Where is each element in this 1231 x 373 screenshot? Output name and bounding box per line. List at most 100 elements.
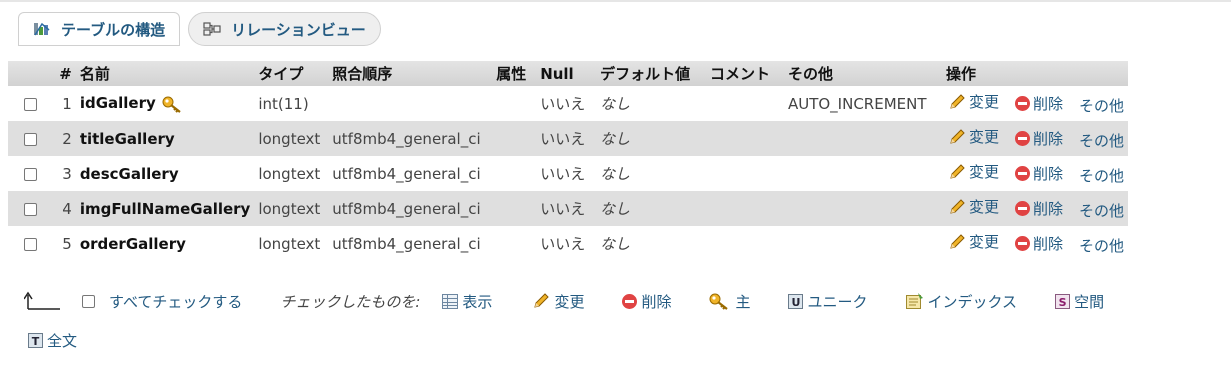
header-actions: 操作 bbox=[941, 61, 1128, 86]
header-attributes: 属性 bbox=[492, 61, 537, 86]
column-comment bbox=[706, 226, 784, 261]
column-name-cell: titleGallery bbox=[75, 121, 255, 156]
bulk-fulltext-button[interactable]: T 全文 bbox=[28, 330, 77, 351]
drop-button[interactable]: 削除 bbox=[1014, 233, 1063, 254]
primary-key-icon bbox=[162, 95, 184, 113]
tab-table-structure[interactable]: テーブルの構造 bbox=[18, 12, 181, 46]
column-null: いいえ bbox=[536, 191, 597, 226]
row-checkbox[interactable] bbox=[24, 237, 38, 251]
check-all-checkbox[interactable] bbox=[82, 294, 95, 308]
drop-button[interactable]: 削除 bbox=[1014, 163, 1063, 184]
column-extra: AUTO_INCREMENT bbox=[787, 94, 927, 113]
row-number: 1 bbox=[62, 94, 72, 113]
change-button[interactable]: 変更 bbox=[948, 231, 999, 252]
change-button[interactable]: 変更 bbox=[948, 161, 999, 182]
row-checkbox[interactable] bbox=[24, 167, 38, 181]
relation-view-icon bbox=[203, 21, 221, 37]
column-type: longtext bbox=[254, 191, 329, 226]
change-button[interactable]: 変更 bbox=[948, 126, 999, 147]
drop-button[interactable]: 削除 bbox=[1014, 198, 1063, 219]
table-row: 4 imgFullNameGallery longtext utf8mb4_gener… bbox=[8, 191, 1128, 226]
header-row: # 名前 タイプ 照合順序 属性 Null デフォルト値 コメント その他 操作 bbox=[8, 61, 1128, 86]
row-checkbox-cell bbox=[8, 191, 54, 226]
tab-relation-view[interactable]: リレーションビュー bbox=[188, 12, 381, 46]
header-checkbox-col bbox=[8, 61, 54, 86]
column-comment bbox=[706, 156, 784, 191]
pencil-icon bbox=[532, 292, 550, 310]
row-checkbox-cell bbox=[8, 156, 54, 191]
row-actions: 変更 削除 その他 bbox=[942, 156, 1128, 191]
row-checkbox[interactable] bbox=[24, 132, 38, 146]
column-attributes bbox=[492, 121, 537, 156]
column-name-cell: idGallery bbox=[76, 86, 255, 121]
table-row: 3 descGallery longtext utf8mb4_general_ci いい… bbox=[8, 156, 1128, 191]
top-border bbox=[0, 0, 1231, 2]
row-actions: 変更 削除 その他 bbox=[942, 86, 1128, 121]
column-attributes bbox=[492, 86, 536, 121]
more-dropdown[interactable]: その他 bbox=[1079, 200, 1124, 221]
change-button[interactable]: 変更 bbox=[948, 91, 999, 112]
column-collation: utf8mb4_general_ci bbox=[332, 234, 481, 253]
pencil-icon bbox=[948, 233, 966, 251]
column-name[interactable]: orderGallery bbox=[80, 235, 186, 253]
row-actions: 変更 削除 その他 bbox=[942, 226, 1128, 261]
row-actions: 変更 削除 その他 bbox=[941, 191, 1128, 226]
column-type: longtext bbox=[258, 234, 321, 253]
drop-button[interactable]: 削除 bbox=[1014, 128, 1063, 149]
column-extra bbox=[784, 226, 942, 261]
header-type: タイプ bbox=[254, 61, 329, 86]
column-default: なし bbox=[600, 235, 631, 253]
delete-icon bbox=[1014, 200, 1030, 216]
bulk-spatial-button[interactable]: S 空間 bbox=[1055, 291, 1104, 312]
column-type: int(11) bbox=[258, 94, 309, 113]
header-extra: その他 bbox=[783, 61, 942, 86]
column-null: いいえ bbox=[540, 235, 586, 253]
delete-icon bbox=[622, 293, 638, 309]
check-all-label[interactable]: すべてチェックする bbox=[109, 291, 242, 312]
more-dropdown[interactable]: その他 bbox=[1079, 165, 1124, 186]
row-checkbox[interactable] bbox=[24, 97, 38, 111]
pencil-icon bbox=[948, 128, 966, 146]
more-dropdown[interactable]: その他 bbox=[1079, 95, 1124, 116]
column-extra bbox=[783, 121, 942, 156]
bulk-primary-button[interactable]: 主 bbox=[709, 291, 750, 312]
bulk-drop-button[interactable]: 削除 bbox=[622, 291, 671, 312]
row-number: 2 bbox=[53, 121, 76, 156]
column-comment bbox=[706, 191, 784, 226]
bulk-actions-bar: すべてチェックする チェックしたものを: 表示 変更 削除 主 U ユニーク イ… bbox=[23, 288, 1104, 314]
column-extra bbox=[783, 191, 942, 226]
column-name[interactable]: titleGallery bbox=[80, 130, 175, 148]
row-checkbox[interactable] bbox=[24, 202, 38, 216]
fulltext-icon: T bbox=[28, 332, 43, 348]
change-button[interactable]: 変更 bbox=[948, 196, 999, 217]
column-name[interactable]: imgFullNameGallery bbox=[80, 200, 251, 218]
column-name-cell: imgFullNameGallery bbox=[75, 191, 255, 226]
row-checkbox-cell bbox=[8, 121, 54, 156]
column-attributes bbox=[492, 191, 537, 226]
unique-icon: U bbox=[788, 293, 804, 309]
row-number: 5 bbox=[62, 234, 72, 253]
bulk-change-button[interactable]: 変更 bbox=[532, 291, 584, 312]
column-name-cell: descGallery bbox=[76, 156, 255, 191]
column-name[interactable]: idGallery bbox=[80, 94, 156, 112]
bulk-unique-button[interactable]: U ユニーク bbox=[788, 291, 868, 312]
drop-button[interactable]: 削除 bbox=[1014, 93, 1063, 114]
header-default: デフォルト値 bbox=[596, 61, 707, 86]
more-dropdown[interactable]: その他 bbox=[1079, 235, 1124, 256]
row-number: 3 bbox=[62, 164, 72, 183]
column-extra bbox=[784, 156, 942, 191]
column-default: なし bbox=[600, 165, 631, 183]
more-dropdown[interactable]: その他 bbox=[1079, 130, 1124, 151]
header-collation: 照合順序 bbox=[328, 61, 493, 86]
bulk-browse-button[interactable]: 表示 bbox=[442, 291, 492, 312]
row-number: 4 bbox=[53, 191, 76, 226]
row-checkbox-cell bbox=[8, 226, 54, 261]
bulk-index-button[interactable]: インデックス bbox=[905, 291, 1017, 312]
column-comment bbox=[706, 86, 784, 121]
column-null: いいえ bbox=[540, 165, 586, 183]
table-row: 1 idGallery int(11) いいえ なし AUTO_INCREMENT 変更 削除… bbox=[8, 86, 1128, 121]
header-comment: コメント bbox=[706, 61, 784, 86]
column-name[interactable]: descGallery bbox=[80, 165, 179, 183]
column-attributes bbox=[492, 156, 536, 191]
header-name[interactable]: 名前 bbox=[75, 61, 255, 86]
